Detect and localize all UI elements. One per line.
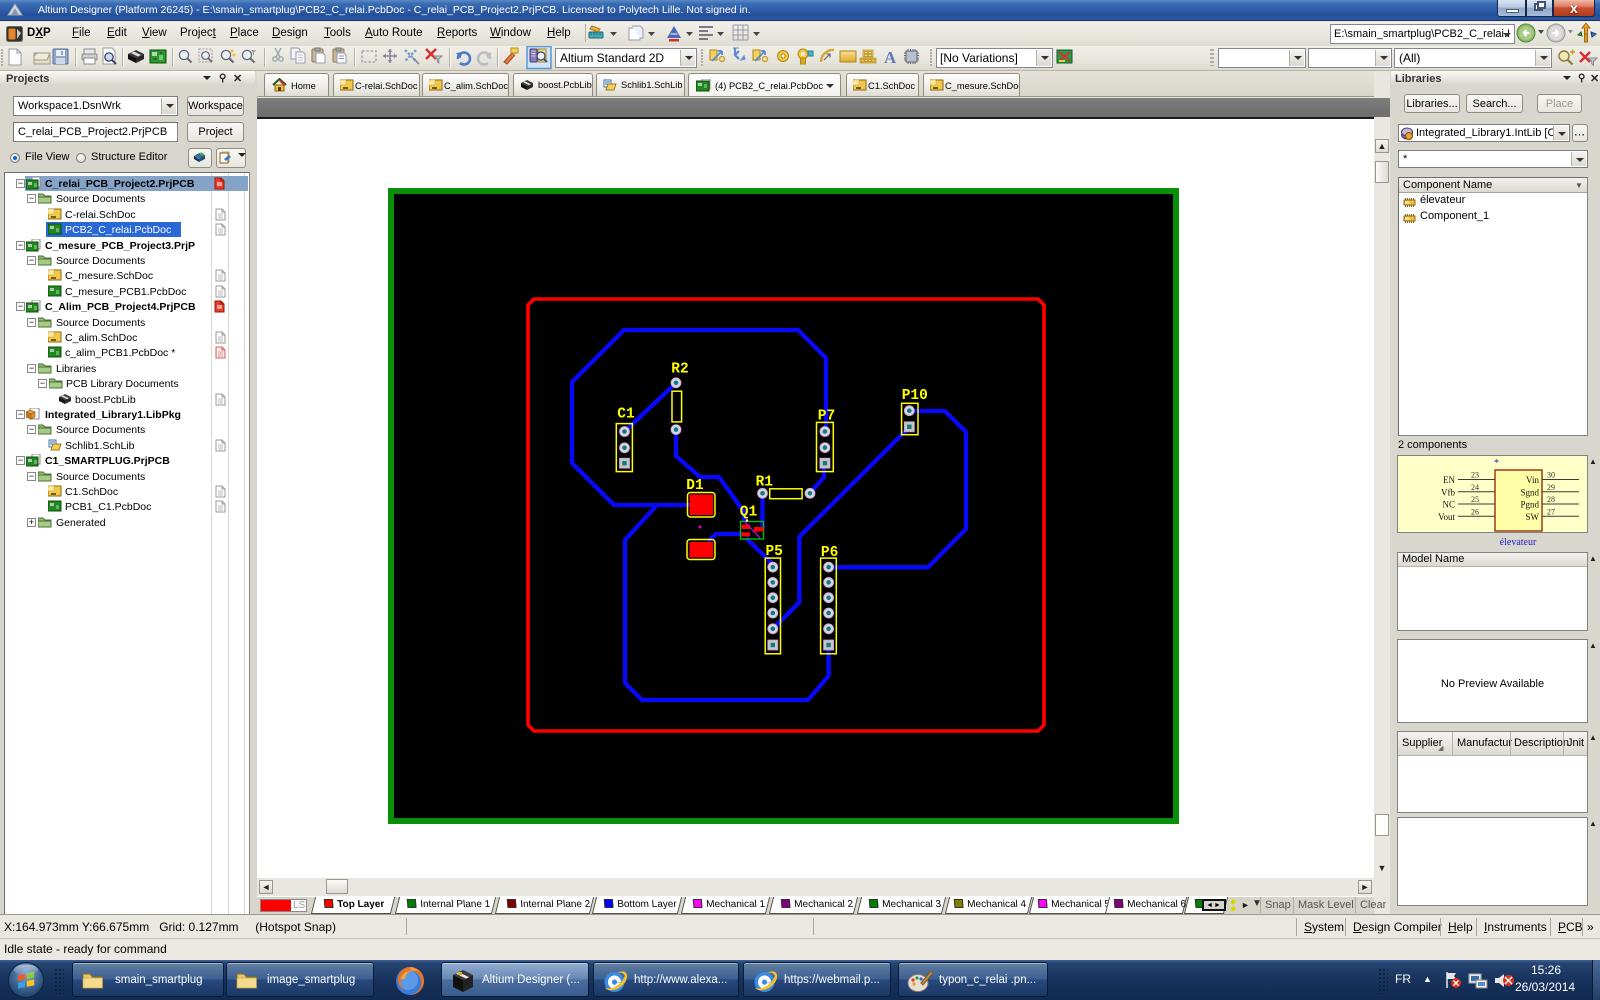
svg-text:P10: P10 bbox=[902, 388, 928, 404]
svg-text:P5: P5 bbox=[765, 544, 782, 560]
svg-text:P6: P6 bbox=[821, 545, 838, 561]
svg-text:R1: R1 bbox=[756, 475, 774, 491]
svg-text:*: * bbox=[1494, 458, 1499, 469]
svg-text:Pgnd: Pgnd bbox=[1520, 500, 1539, 510]
svg-text:EN: EN bbox=[1443, 475, 1455, 485]
svg-text:Q1: Q1 bbox=[740, 505, 758, 521]
svg-text:Vfb: Vfb bbox=[1441, 487, 1455, 497]
svg-text:Vin: Vin bbox=[1526, 475, 1539, 485]
svg-text:D1: D1 bbox=[686, 478, 704, 494]
svg-text:élevateur: élevateur bbox=[1500, 537, 1537, 548]
svg-text:R2: R2 bbox=[671, 362, 688, 378]
svg-text:NC: NC bbox=[1442, 500, 1455, 510]
svg-text:24: 24 bbox=[1471, 483, 1479, 492]
svg-text:23: 23 bbox=[1471, 471, 1479, 480]
svg-text:26: 26 bbox=[1471, 507, 1479, 516]
svg-text:Sgnd: Sgnd bbox=[1520, 487, 1539, 497]
svg-text:30: 30 bbox=[1547, 471, 1555, 480]
svg-text:SW: SW bbox=[1526, 512, 1540, 522]
svg-text:25: 25 bbox=[1471, 495, 1479, 504]
svg-text:Vout: Vout bbox=[1438, 512, 1455, 522]
svg-text:P7: P7 bbox=[818, 409, 835, 425]
svg-text:27: 27 bbox=[1547, 507, 1555, 516]
svg-text:A: A bbox=[884, 48, 897, 67]
svg-text:C1: C1 bbox=[617, 407, 635, 423]
svg-text:28: 28 bbox=[1547, 495, 1555, 504]
svg-text:29: 29 bbox=[1547, 483, 1555, 492]
